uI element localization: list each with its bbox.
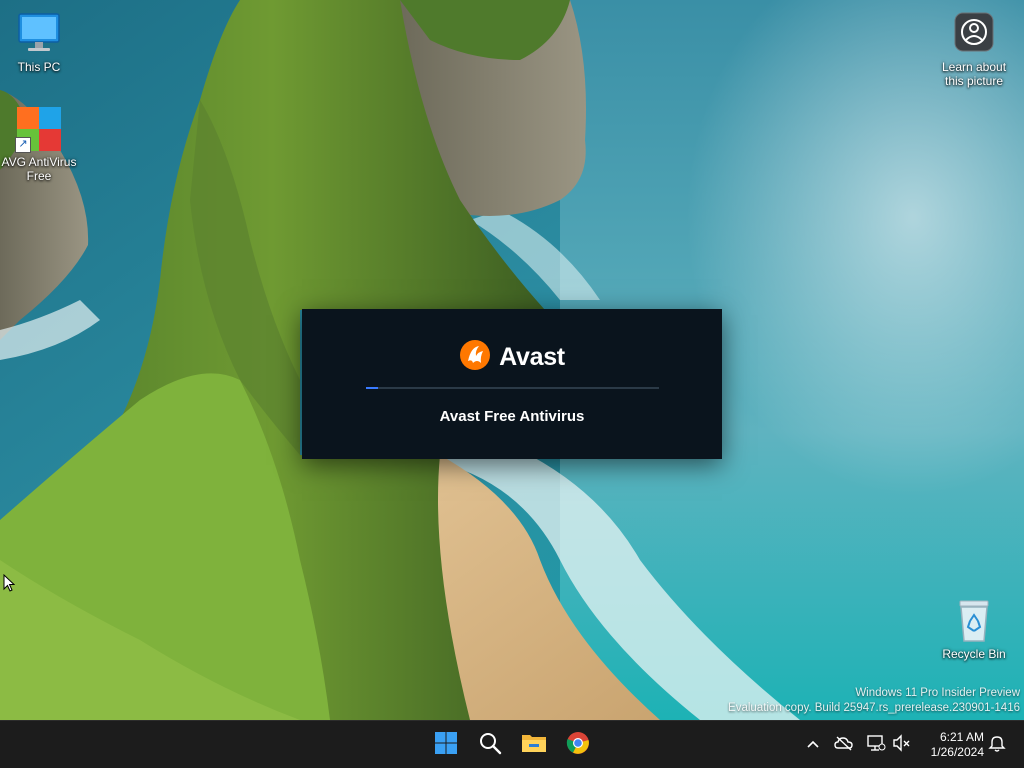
file-explorer-button[interactable] bbox=[516, 727, 552, 763]
loading-progress-fill bbox=[366, 387, 378, 389]
notification-bell-icon bbox=[988, 734, 1006, 757]
clock-date: 1/26/2024 bbox=[930, 745, 984, 759]
avg-logo-icon: ↗ bbox=[15, 105, 63, 153]
product-name: Avast Free Antivirus bbox=[439, 408, 585, 425]
desktop-icon-this-pc[interactable]: This PC bbox=[1, 10, 77, 74]
windows-build-watermark: Windows 11 Pro Insider Preview Evaluatio… bbox=[728, 686, 1020, 716]
desktop-icon-label: Recycle Bin bbox=[942, 647, 1006, 661]
camera-info-icon bbox=[954, 12, 994, 52]
desktop-icon-recycle-bin[interactable]: Recycle Bin bbox=[936, 597, 1012, 661]
avast-brand-name: Avast bbox=[499, 342, 565, 371]
clock-time: 6:21 AM bbox=[939, 730, 984, 744]
onedrive-offline-icon bbox=[834, 735, 854, 756]
notifications-button[interactable] bbox=[987, 735, 1007, 755]
network-icon bbox=[866, 734, 886, 757]
search-icon bbox=[478, 731, 502, 760]
recycle-bin-icon bbox=[950, 597, 998, 645]
avast-brand: Avast bbox=[302, 339, 722, 375]
shortcut-arrow-icon: ↗ bbox=[15, 137, 31, 153]
watermark-build: Evaluation copy. Build 25947.rs_prerelea… bbox=[728, 702, 1020, 714]
start-windows-icon bbox=[434, 731, 458, 760]
search-button[interactable] bbox=[472, 727, 508, 763]
taskbar-clock[interactable]: 6:21 AM 1/26/2024 bbox=[931, 730, 984, 760]
desktop-icon-label: AVG AntiVirus Free bbox=[1, 155, 77, 183]
start-button[interactable] bbox=[428, 727, 464, 763]
desktop-icon-label: Learn about this picture bbox=[941, 60, 1007, 88]
desktop-icon-label: This PC bbox=[17, 60, 61, 74]
network-button[interactable] bbox=[866, 734, 886, 757]
taskbar: 6:21 AM 1/26/2024 bbox=[0, 720, 1024, 768]
avast-splash-window: Avast Avast Free Antivirus bbox=[302, 309, 722, 459]
chrome-button[interactable] bbox=[560, 727, 596, 763]
desktop-icon-learn-about-picture[interactable]: Learn about this picture bbox=[936, 10, 1012, 88]
mouse-pointer-icon bbox=[3, 573, 16, 597]
show-hidden-icons-button[interactable] bbox=[803, 735, 823, 755]
file-explorer-icon bbox=[521, 731, 547, 760]
chevron-up-icon bbox=[806, 736, 820, 754]
onedrive-button[interactable] bbox=[834, 735, 854, 755]
watermark-edition: Windows 11 Pro Insider Preview bbox=[855, 687, 1020, 699]
avast-logo-icon bbox=[459, 339, 491, 376]
loading-progress-bar bbox=[366, 387, 659, 389]
volume-muted-icon bbox=[892, 733, 912, 757]
monitor-icon bbox=[15, 10, 63, 58]
chrome-icon bbox=[566, 731, 590, 760]
volume-button[interactable] bbox=[892, 733, 912, 757]
desktop-icon-avg-antivirus[interactable]: ↗ AVG AntiVirus Free bbox=[1, 105, 77, 183]
